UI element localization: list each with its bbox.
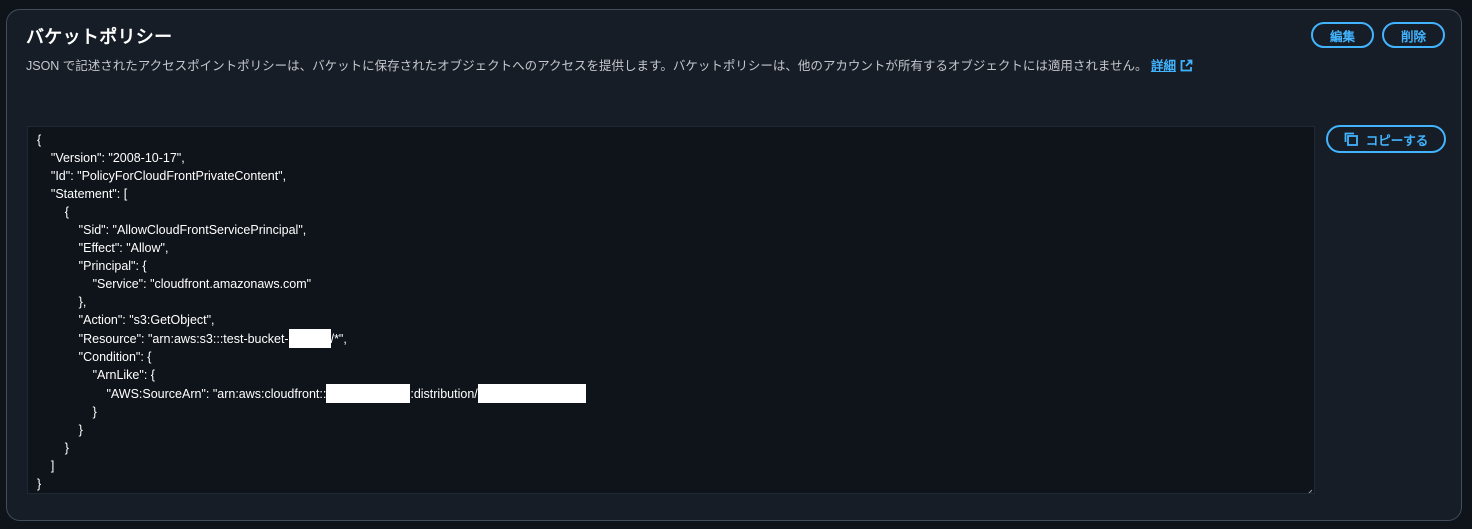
code-line: "Statement": [ [37,187,128,201]
code-line: { [37,133,42,147]
code-line: { [37,205,69,219]
code-line: ] [37,459,55,473]
code-line: "Id": "PolicyForCloudFrontPrivateContent… [37,169,287,183]
redacted-block [477,384,586,403]
code-line: "AWS:SourceArn": "arn:aws:cloudfront:: [37,387,327,401]
learn-more-link[interactable]: 詳細 [1151,59,1176,73]
policy-code-viewer[interactable]: { "Version": "2008-10-17", "Id": "Policy… [27,126,1315,494]
redacted-block [326,384,411,403]
external-link-icon[interactable] [1180,59,1193,75]
delete-button[interactable]: 削除 [1382,22,1445,48]
section-description: JSON で記述されたアクセスポイントポリシーは、バケットに保存されたオブジェク… [26,55,1193,75]
edit-button[interactable]: 編集 [1311,22,1374,48]
bucket-policy-panel: バケットポリシー JSON で記述されたアクセスポイントポリシーは、バケットに保… [6,9,1462,521]
code-line: "Action": "s3:GetObject", [37,313,215,327]
code-line: } [37,405,97,419]
copy-icon [1344,132,1358,146]
code-line: "Condition": { [37,350,152,364]
code-line: }, [37,295,87,309]
code-line: } [37,423,83,437]
copy-button[interactable]: コピーする [1326,125,1446,153]
code-line: } [37,477,42,491]
code-line: "Principal": { [37,259,147,273]
code-line: "Effect": "Allow", [37,241,169,255]
policy-json: { "Version": "2008-10-17", "Id": "Policy… [37,131,586,493]
code-line: :distribution/ [410,387,478,401]
code-line: /*", [330,332,347,346]
code-line: "Version": "2008-10-17", [37,151,185,165]
code-line: "Resource": "arn:aws:s3:::test-bucket- [37,332,289,346]
code-line: "Sid": "AllowCloudFrontServicePrincipal"… [37,223,307,237]
redacted-block [288,329,331,348]
code-line: } [37,441,69,455]
description-text: JSON で記述されたアクセスポイントポリシーは、バケットに保存されたオブジェク… [26,59,1148,73]
code-line: "Service": "cloudfront.amazonaws.com" [37,277,312,291]
section-title: バケットポリシー [26,27,173,47]
resize-handle-icon[interactable] [1305,484,1313,493]
code-line: "ArnLike": { [37,368,155,382]
copy-button-label: コピーする [1365,133,1429,148]
